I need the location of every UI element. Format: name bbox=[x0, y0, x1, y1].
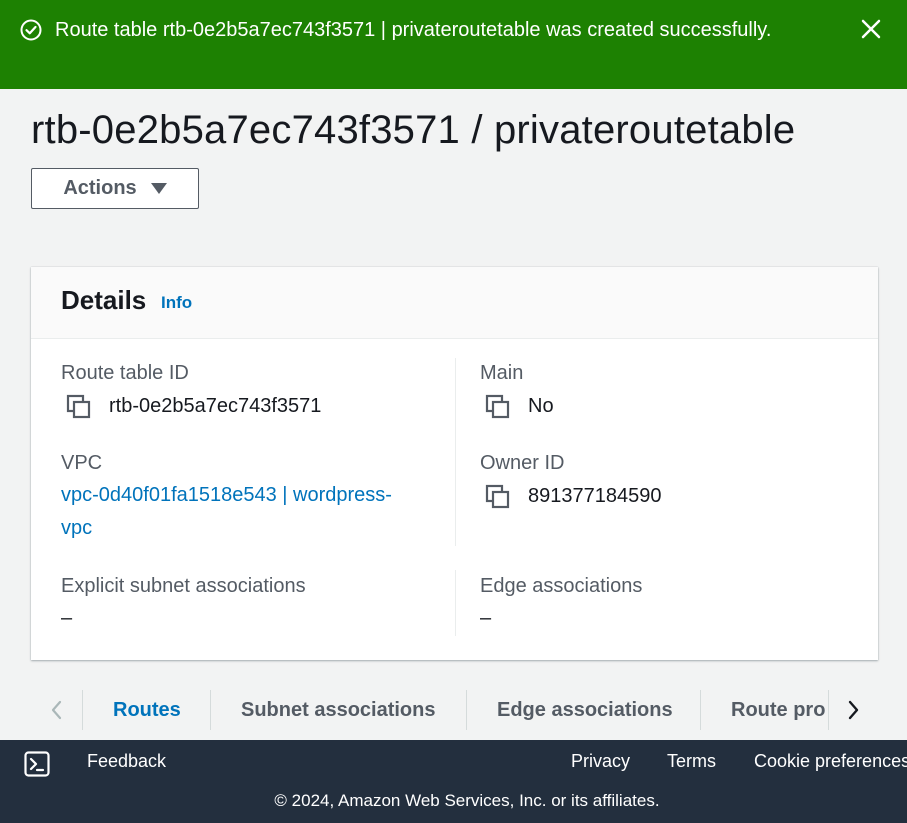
edge-associations-value: – bbox=[480, 607, 492, 629]
tab-separator bbox=[466, 690, 467, 730]
tab-subnet-associations[interactable]: Subnet associations bbox=[241, 690, 436, 730]
terms-link[interactable]: Terms bbox=[667, 751, 716, 772]
owner-id-label: Owner ID bbox=[480, 452, 565, 474]
details-title: Details bbox=[61, 285, 147, 315]
tabs-bar: Routes Subnet associations Edge associat… bbox=[31, 690, 907, 730]
vpc-link[interactable]: vpc-0d40f01fa1518e543 | wordpress- vpc bbox=[61, 479, 392, 545]
copyright-text: © 2024, Amazon Web Services, Inc. or its… bbox=[274, 791, 660, 810]
flash-message: Route table rtb-0e2b5a7ec743f3571 | priv… bbox=[55, 19, 772, 41]
page-title: rtb-0e2b5a7ec743f3571 / privateroutetabl… bbox=[31, 108, 796, 152]
edge-associations-label: Edge associations bbox=[480, 575, 643, 597]
feedback-link[interactable]: Feedback bbox=[87, 751, 166, 772]
caret-down-icon bbox=[150, 183, 167, 194]
route-table-id-label: Route table ID bbox=[61, 362, 189, 384]
copy-icon[interactable] bbox=[66, 394, 92, 420]
tab-separator bbox=[82, 690, 83, 730]
details-panel: Details Info Route table ID rtb-0e2b5a7e… bbox=[31, 267, 878, 660]
success-flash-banner: Route table rtb-0e2b5a7ec743f3571 | priv… bbox=[0, 0, 907, 89]
tab-separator bbox=[210, 690, 211, 730]
vpc-link-line2[interactable]: vpc bbox=[61, 512, 392, 545]
success-check-icon bbox=[20, 19, 42, 41]
tab-separator bbox=[828, 690, 829, 730]
actions-button-label: Actions bbox=[63, 177, 137, 199]
close-icon[interactable] bbox=[859, 17, 883, 41]
copy-icon[interactable] bbox=[485, 394, 511, 420]
main-label: Main bbox=[480, 362, 524, 384]
main-value: No bbox=[528, 395, 554, 417]
explicit-subnet-value: – bbox=[61, 607, 73, 629]
privacy-link[interactable]: Privacy bbox=[571, 751, 630, 772]
owner-id-value: 891377184590 bbox=[528, 485, 662, 507]
console-footer: Feedback Privacy Terms Cookie preference… bbox=[0, 740, 907, 823]
cookie-preferences-link[interactable]: Cookie preferences bbox=[754, 751, 907, 772]
cloudshell-icon[interactable] bbox=[24, 751, 50, 777]
tab-edge-associations[interactable]: Edge associations bbox=[497, 690, 673, 730]
tab-route-propagation[interactable]: Route pro bbox=[731, 690, 826, 730]
tab-separator bbox=[700, 690, 701, 730]
route-table-id-value: rtb-0e2b5a7ec743f3571 bbox=[109, 395, 322, 417]
vpc-label: VPC bbox=[61, 452, 103, 474]
explicit-subnet-label: Explicit subnet associations bbox=[61, 575, 306, 597]
details-panel-header: Details Info bbox=[31, 267, 878, 339]
column-divider bbox=[455, 570, 456, 636]
chevron-right-icon[interactable] bbox=[841, 696, 865, 724]
column-divider bbox=[455, 358, 456, 546]
copy-icon[interactable] bbox=[485, 484, 511, 510]
info-link[interactable]: Info bbox=[161, 293, 192, 313]
chevron-left-icon[interactable] bbox=[44, 696, 68, 724]
tab-routes[interactable]: Routes bbox=[113, 690, 181, 730]
actions-button[interactable]: Actions bbox=[31, 168, 199, 209]
vpc-link-line1[interactable]: vpc-0d40f01fa1518e543 | wordpress- bbox=[61, 479, 392, 512]
